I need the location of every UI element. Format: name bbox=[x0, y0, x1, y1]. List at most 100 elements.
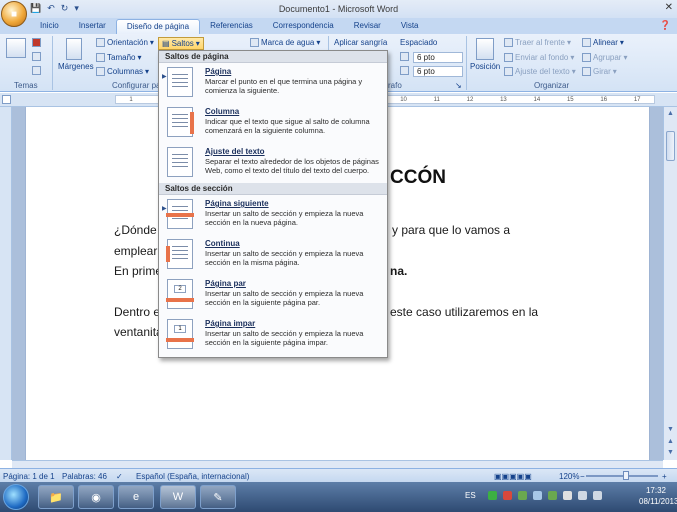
menu-header-saltos-seccion: Saltos de sección bbox=[159, 183, 387, 195]
group-button[interactable]: Agrupar ▾ bbox=[582, 53, 627, 62]
office-button[interactable]: ■ bbox=[1, 1, 27, 27]
paint-taskbar-icon[interactable]: ✎ bbox=[200, 485, 236, 509]
saltos-button[interactable]: ▤ Saltos ▾ bbox=[158, 37, 204, 50]
menu-item-pagina-par[interactable]: 2 Página par Insertar un salto de secció… bbox=[159, 275, 387, 315]
previous-page-icon[interactable]: ▲ bbox=[666, 437, 675, 446]
chevron-down-icon: ▾ bbox=[623, 53, 628, 62]
view-buttons[interactable]: ▣▣▣▣▣ bbox=[494, 472, 532, 481]
orientation-button[interactable]: Orientación ▾ bbox=[96, 38, 154, 47]
zoom-in-icon[interactable]: + bbox=[662, 472, 667, 481]
align-button[interactable]: Alinear ▾ bbox=[582, 38, 624, 47]
themes-icon[interactable] bbox=[6, 38, 26, 58]
tab-insertar[interactable]: Insertar bbox=[69, 19, 116, 34]
menu-item-pagina-impar[interactable]: 1 Página impar Insertar un salto de secc… bbox=[159, 315, 387, 355]
group-temas-label: Temas bbox=[14, 81, 38, 90]
tray-flag-icon[interactable] bbox=[563, 491, 572, 500]
watermark-button[interactable]: Marca de agua ▾ bbox=[250, 38, 320, 47]
volume-icon[interactable] bbox=[593, 491, 602, 500]
menu-item-continua[interactable]: Continua Insertar un salto de sección y … bbox=[159, 235, 387, 275]
next-page-break-icon bbox=[166, 199, 194, 229]
document-text-line: emplear bbox=[114, 244, 158, 258]
tab-selector-icon[interactable] bbox=[2, 95, 11, 104]
theme-fonts-icon[interactable] bbox=[32, 52, 41, 61]
separator bbox=[466, 36, 467, 90]
scroll-up-icon[interactable]: ▲ bbox=[666, 109, 675, 118]
size-button[interactable]: Tamaño ▾ bbox=[96, 53, 141, 62]
zoom-slider[interactable] bbox=[586, 475, 658, 477]
language-indicator[interactable]: Español (España, internacional) bbox=[136, 472, 249, 481]
zoom-out-icon[interactable]: − bbox=[580, 472, 585, 481]
close-window-icon[interactable]: ✕ bbox=[665, 2, 673, 13]
rotate-icon bbox=[582, 67, 591, 76]
spacing-after-field[interactable]: 6 pto bbox=[413, 66, 463, 77]
margenes-button[interactable]: Márgenes bbox=[58, 62, 94, 71]
align-label: Alinear bbox=[593, 38, 618, 47]
proofing-icon[interactable]: ✓ bbox=[116, 472, 123, 481]
tab-diseno-de-pagina[interactable]: Diseño de página bbox=[115, 19, 201, 34]
menu-item-title: Ajuste del texto bbox=[205, 147, 265, 156]
columns-button[interactable]: Columnas ▾ bbox=[96, 67, 149, 76]
menu-item-title: Página siguiente bbox=[205, 199, 269, 208]
tray-app-icon[interactable] bbox=[518, 491, 527, 500]
menu-item-title: Página impar bbox=[205, 319, 256, 328]
chrome-taskbar-icon[interactable]: ◉ bbox=[78, 485, 114, 509]
position-icon[interactable] bbox=[476, 38, 494, 60]
menu-item-pagina[interactable]: ▶ Página Marcar el punto en el que termi… bbox=[159, 63, 387, 103]
chevron-down-icon: ▾ bbox=[619, 38, 624, 47]
chevron-down-icon: ▾ bbox=[145, 67, 150, 76]
paragraph-launcher-icon[interactable]: ↘ bbox=[455, 81, 462, 90]
tray-app-icon[interactable] bbox=[548, 491, 557, 500]
clock[interactable]: 17:32 08/11/2013 bbox=[639, 485, 677, 507]
scroll-down-icon[interactable]: ▼ bbox=[666, 425, 675, 434]
vertical-ruler[interactable] bbox=[0, 107, 12, 460]
tray-status-icon[interactable] bbox=[488, 491, 497, 500]
spacing-before-field[interactable]: 6 pto bbox=[413, 52, 463, 63]
network-icon[interactable] bbox=[578, 491, 587, 500]
word-count[interactable]: Palabras: 46 bbox=[62, 472, 107, 481]
tray-chrome-icon[interactable] bbox=[503, 491, 512, 500]
tab-vista[interactable]: Vista bbox=[391, 19, 429, 34]
next-page-icon[interactable]: ▼ bbox=[666, 448, 675, 457]
tab-referencias[interactable]: Referencias bbox=[200, 19, 263, 34]
tab-inicio[interactable]: Inicio bbox=[30, 19, 69, 34]
scroll-thumb[interactable] bbox=[666, 131, 675, 161]
menu-item-description: Separar el texto alrededor de los objeto… bbox=[205, 157, 379, 175]
help-icon[interactable]: ❓ bbox=[660, 20, 671, 31]
rotate-button[interactable]: Girar ▾ bbox=[582, 67, 617, 76]
document-text-line: y para que lo vamos a bbox=[392, 223, 511, 237]
zoom-level[interactable]: 120% bbox=[559, 472, 579, 481]
chevron-down-icon: ▾ bbox=[149, 38, 154, 47]
margins-icon[interactable] bbox=[66, 38, 82, 60]
bring-front-icon bbox=[504, 38, 513, 47]
tray-app-icon[interactable] bbox=[533, 491, 542, 500]
menu-item-ajuste-texto[interactable]: Ajuste del texto Separar el texto alrede… bbox=[159, 143, 387, 183]
text-wrapping-break-icon bbox=[167, 147, 193, 177]
explorer-taskbar-icon[interactable]: 📁 bbox=[38, 485, 74, 509]
espaciado-label: Espaciado bbox=[400, 38, 438, 47]
internet-explorer-taskbar-icon[interactable]: e bbox=[118, 485, 154, 509]
columns-icon bbox=[96, 67, 105, 76]
separator bbox=[52, 36, 53, 90]
start-button[interactable] bbox=[3, 484, 29, 510]
posicion-button[interactable]: Posición bbox=[470, 62, 500, 71]
theme-colors-icon[interactable] bbox=[32, 38, 41, 47]
zoom-slider-knob[interactable] bbox=[623, 471, 629, 480]
theme-effects-icon[interactable] bbox=[32, 66, 41, 75]
language-tray[interactable]: ES bbox=[465, 491, 476, 500]
vertical-scrollbar[interactable]: ▲ ▼ ▲ ▼ bbox=[663, 107, 677, 460]
tab-correspondencia[interactable]: Correspondencia bbox=[263, 19, 344, 34]
send-back-button[interactable]: Enviar al fondo ▾ bbox=[504, 53, 574, 62]
column-break-icon bbox=[167, 107, 194, 137]
page-count[interactable]: Página: 1 de 1 bbox=[3, 472, 55, 481]
word-taskbar-icon[interactable]: W bbox=[160, 485, 196, 509]
window-title: Documento1 - Microsoft Word bbox=[278, 4, 399, 14]
even-page-break-icon: 2 bbox=[166, 279, 194, 309]
bring-front-button[interactable]: Traer al frente ▾ bbox=[504, 38, 571, 47]
menu-item-columna[interactable]: Columna Indicar que el texto que sigue a… bbox=[159, 103, 387, 143]
menu-item-pagina-siguiente[interactable]: ▶ Página siguiente Insertar un salto de … bbox=[159, 195, 387, 235]
breaks-icon: ▤ bbox=[162, 39, 170, 48]
text-wrap-button[interactable]: Ajuste del texto ▾ bbox=[504, 67, 576, 76]
aplicar-sangria-label: Aplicar sangría bbox=[334, 38, 388, 47]
horizontal-scrollbar[interactable] bbox=[12, 460, 663, 468]
tab-revisar[interactable]: Revisar bbox=[344, 19, 391, 34]
